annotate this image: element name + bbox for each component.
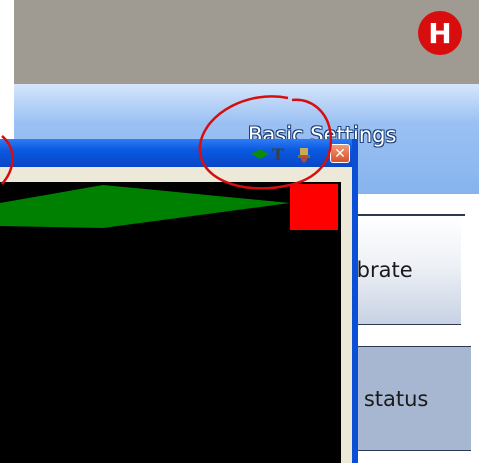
annotation-arc-left [1,135,14,185]
annotation-badge: H [418,11,462,55]
annotation-circle [198,95,333,190]
annotation-layer [1,95,333,190]
